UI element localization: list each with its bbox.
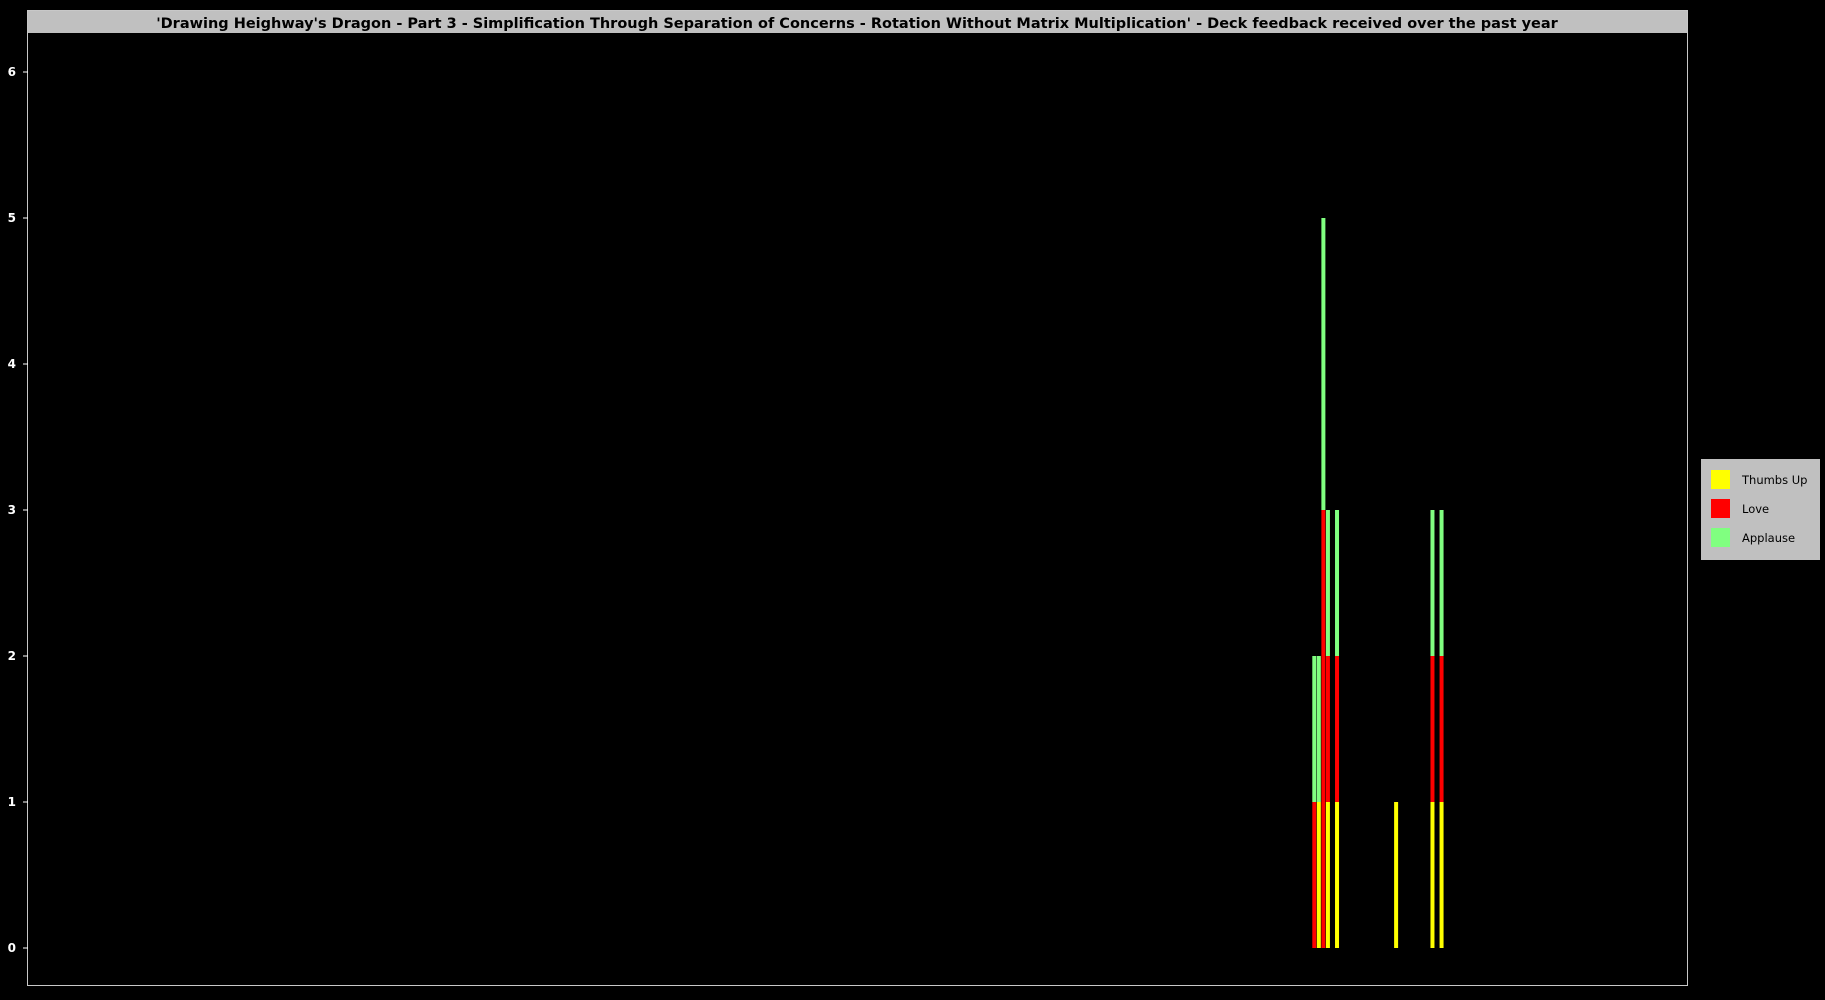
feedback-chart: 'Drawing Heighway's Dragon - Part 3 - Si…: [0, 0, 1825, 1000]
bar-segment-applause: [1430, 510, 1435, 656]
bar-segment-thumbs-up: [1394, 802, 1399, 948]
bar-segment-thumbs-up: [1335, 802, 1340, 948]
bar-segment-applause: [1439, 510, 1444, 656]
y-tick-label: 1: [8, 795, 16, 809]
chart-title: 'Drawing Heighway's Dragon - Part 3 - Si…: [156, 16, 1558, 32]
bar-segment-love: [1312, 802, 1317, 948]
bar-segment-thumbs-up: [1325, 802, 1330, 948]
legend: Thumbs Up Love Applause: [1701, 459, 1820, 560]
bar-segment-applause: [1335, 510, 1340, 656]
bar-segment-applause: [1325, 510, 1330, 656]
y-tick-label: 5: [8, 211, 16, 225]
legend-swatch: [1711, 528, 1730, 547]
bar-segment-thumbs-up: [1430, 802, 1435, 948]
y-tick-label: 0: [8, 941, 16, 955]
bar-segment-applause: [1321, 218, 1326, 510]
y-tick-label: 2: [8, 649, 16, 663]
chart-background: [0, 0, 1825, 1000]
bar-segment-love: [1325, 656, 1330, 802]
y-tick-label: 4: [8, 357, 16, 371]
y-tick-label: 6: [8, 65, 16, 79]
bar-segment-applause: [1316, 656, 1321, 802]
bar-segment-love: [1430, 656, 1435, 802]
bar-segment-love: [1335, 656, 1340, 802]
bar-segment-applause: [1312, 656, 1317, 802]
bar-segment-love: [1321, 510, 1326, 948]
legend-label: Thumbs Up: [1741, 473, 1807, 487]
y-tick-label: 3: [8, 503, 16, 517]
bar-segment-thumbs-up: [1439, 802, 1444, 948]
legend-swatch: [1711, 499, 1730, 518]
legend-swatch: [1711, 470, 1730, 489]
legend-label: Applause: [1742, 531, 1795, 545]
bar-segment-thumbs-up: [1316, 802, 1321, 948]
bar-segment-love: [1439, 656, 1444, 802]
legend-label: Love: [1742, 502, 1769, 516]
